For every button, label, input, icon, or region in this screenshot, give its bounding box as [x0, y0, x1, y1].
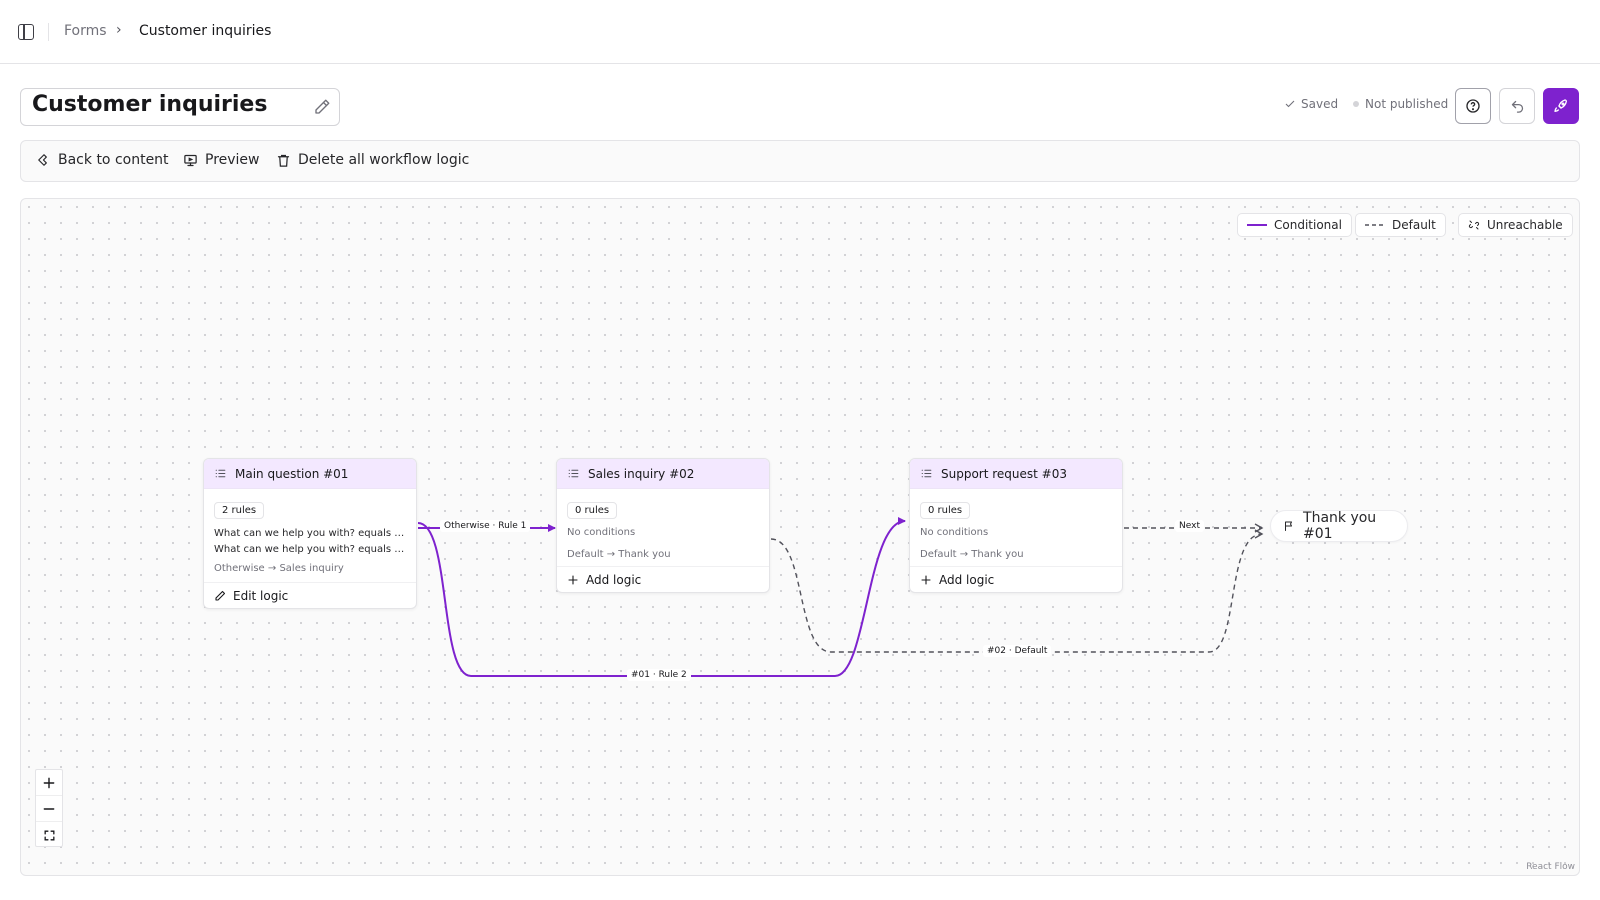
rule-line: What can we help you with? equals Suppor… [214, 544, 406, 555]
check-icon [1285, 100, 1295, 108]
rules-badge: 0 rules [920, 502, 971, 519]
add-logic-label: Add logic [939, 572, 995, 587]
chevron-right-icon: › [116, 22, 122, 38]
back-to-content-button[interactable]: Back to content [37, 152, 169, 168]
list-icon [568, 469, 579, 478]
saved-status: Saved [1284, 97, 1338, 111]
legend-unreachable-label: Unreachable [1487, 218, 1563, 232]
node-header: Sales inquiry #02 [557, 459, 769, 489]
node-sales-inquiry[interactable]: Sales inquiry #02 0 rules No conditions … [556, 458, 770, 593]
react-flow-attribution[interactable]: React Flow [1526, 862, 1575, 872]
delete-logic-button[interactable]: Delete all workflow logic [276, 152, 469, 168]
plus-icon [921, 574, 931, 585]
node-thank-you[interactable]: Thank you #01 [1270, 510, 1408, 542]
form-title-field[interactable]: Customer inquiries [20, 88, 340, 126]
pencil-icon[interactable] [313, 98, 331, 116]
rule-line: What can we help you with? equals Sales … [214, 528, 406, 539]
add-logic-button[interactable]: Add logic [557, 566, 769, 592]
solid-line-icon [1247, 224, 1267, 226]
preview-label: Preview [205, 152, 260, 168]
list-icon [215, 469, 226, 478]
breadcrumb-forms[interactable]: Forms [64, 23, 107, 39]
publish-label: Not published [1365, 97, 1449, 111]
sidebar-toggle-icon[interactable] [18, 24, 34, 40]
status-dot [1353, 101, 1359, 107]
preview-button[interactable]: Preview [183, 152, 260, 168]
conditions-line: No conditions [567, 527, 636, 538]
dashed-line-icon [1365, 224, 1385, 226]
edge-label-rule2: #01 · Rule 2 [627, 669, 691, 681]
node-title: Sales inquiry #02 [588, 466, 695, 481]
legend-default-label: Default [1392, 218, 1436, 232]
node-title: Support request #03 [941, 466, 1068, 481]
rocket-icon [1554, 99, 1567, 112]
pencil-icon [215, 590, 226, 601]
node-body: 0 rules No conditions Default → Thank yo… [557, 489, 769, 566]
conditions-line: No conditions [920, 527, 989, 538]
publish-status: Not published [1353, 97, 1448, 111]
flag-icon [1285, 521, 1293, 532]
zoom-out-button[interactable] [36, 796, 62, 822]
edit-logic-button[interactable]: Edit logic [204, 582, 416, 608]
legend-conditional-label: Conditional [1274, 218, 1342, 232]
node-title: Main question #01 [235, 466, 349, 481]
node-main-question[interactable]: Main question #01 2 rules What can we he… [203, 458, 417, 609]
node-header: Main question #01 [204, 459, 416, 489]
node-body: 0 rules No conditions Default → Thank yo… [910, 489, 1122, 566]
node-header: Support request #03 [910, 459, 1122, 489]
edge-label-default02: #02 · Default [983, 645, 1052, 657]
zoom-controls [35, 769, 63, 847]
back-icon [38, 154, 47, 166]
rules-badge: 2 rules [214, 502, 265, 519]
workflow-canvas[interactable]: Conditional Default Unreachable Main que… [20, 198, 1580, 876]
edge-label-otherwise-rule1: Otherwise · Rule 1 [440, 520, 531, 532]
zoom-in-button[interactable] [36, 770, 62, 796]
top-bar: Forms › Customer inquiries [0, 0, 1600, 64]
add-logic-label: Add logic [586, 572, 642, 587]
undo-icon [1511, 100, 1523, 113]
fit-view-button[interactable] [36, 822, 62, 848]
unlink-icon [1468, 220, 1480, 230]
end-node-title: Thank you #01 [1303, 510, 1377, 542]
saved-label: Saved [1301, 97, 1339, 111]
default-line: Default → Thank you [567, 549, 671, 560]
plus-icon [43, 777, 55, 788]
undo-button[interactable] [1499, 88, 1535, 124]
list-icon [921, 469, 932, 478]
help-button[interactable] [1455, 88, 1491, 124]
trash-icon [277, 154, 290, 167]
back-label: Back to content [58, 152, 169, 168]
edge-label-next: Next [1175, 520, 1204, 532]
rules-badge: 0 rules [567, 502, 618, 519]
workflow-toolbar: Back to content Preview Delete all workf… [20, 140, 1580, 182]
help-circle-icon [1466, 99, 1480, 113]
fullscreen-icon [44, 830, 54, 840]
legend-conditional: Conditional [1237, 213, 1352, 237]
edit-logic-label: Edit logic [233, 588, 289, 603]
divider [48, 23, 49, 41]
legend-unreachable: Unreachable [1458, 213, 1573, 237]
default-line: Default → Thank you [920, 549, 1024, 560]
monitor-icon [184, 154, 197, 166]
node-support-request[interactable]: Support request #03 0 rules No condition… [909, 458, 1123, 593]
otherwise-line: Otherwise → Sales inquiry [214, 563, 344, 574]
delete-label: Delete all workflow logic [298, 152, 470, 168]
form-title: Customer inquiries [32, 92, 268, 117]
publish-button[interactable] [1543, 88, 1579, 124]
minus-icon [43, 807, 55, 810]
add-logic-button[interactable]: Add logic [910, 566, 1122, 592]
legend-default: Default [1355, 213, 1446, 237]
node-body: 2 rules What can we help you with? equal… [204, 489, 416, 582]
plus-icon [568, 574, 578, 585]
breadcrumb-current: Customer inquiries [139, 23, 272, 39]
